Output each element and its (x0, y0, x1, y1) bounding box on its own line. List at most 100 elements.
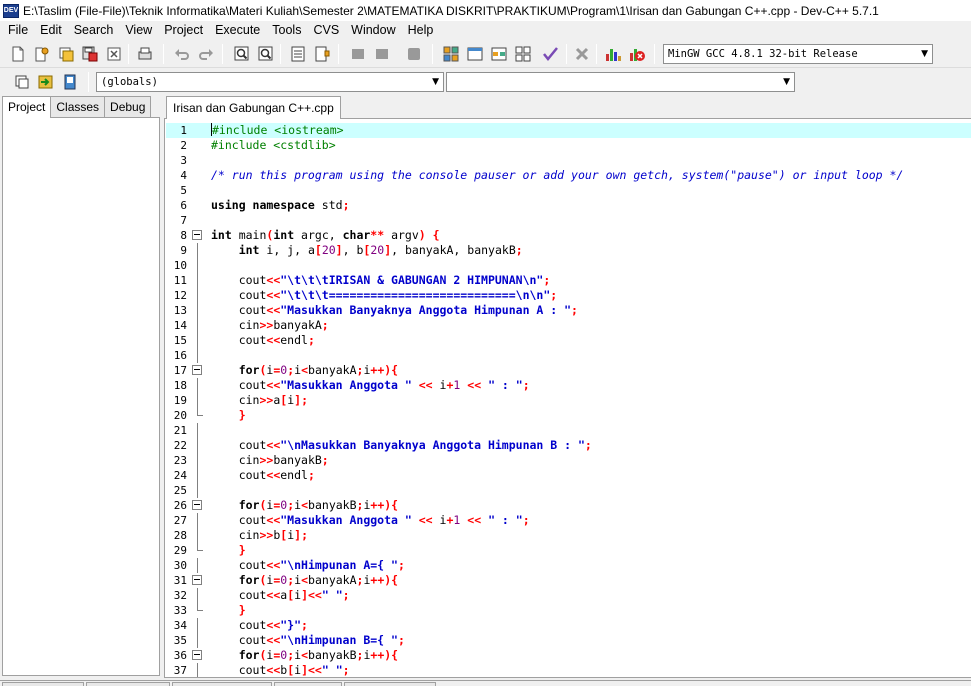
code-line[interactable]: 14 cin>>banyakA; (166, 318, 971, 333)
compile-run-icon[interactable] (489, 44, 509, 64)
profile-icon[interactable] (603, 44, 623, 64)
project-options-icon[interactable] (60, 72, 80, 92)
code-line[interactable]: 18 cout<<"Masukkan Anggota " << i+1 << "… (166, 378, 971, 393)
code-line[interactable]: 36 for(i=0;i<banyakB;i++){ (166, 648, 971, 663)
tab-compiler[interactable] (2, 682, 84, 686)
code-line[interactable]: 4 /* run this program using the console p… (166, 168, 971, 183)
code-line[interactable]: 13 cout<<"Masukkan Banyaknya Anggota Him… (166, 303, 971, 318)
save-all-icon[interactable] (80, 44, 100, 64)
menu-execute[interactable]: Execute (209, 21, 266, 40)
tab-classes[interactable]: Classes (50, 96, 106, 117)
indent-icon[interactable] (348, 44, 368, 64)
code-token: ; (307, 468, 315, 482)
code-editor[interactable]: 1 #include <iostream> 2 #include <cstdlib> 3… (164, 118, 971, 678)
code-line[interactable]: 10 (166, 258, 971, 273)
tab-compile-log[interactable] (172, 682, 272, 686)
new-file-icon[interactable] (8, 44, 28, 64)
run-icon[interactable] (465, 44, 485, 64)
code-line[interactable]: 9 int i, j, a[20], b[20], banyakA, banya… (166, 243, 971, 258)
code-line[interactable]: 27 cout<<"Masukkan Anggota " << i+1 << "… (166, 513, 971, 528)
code-line[interactable]: 20 } (166, 408, 971, 423)
code-token: "Masukkan Anggota " (280, 513, 412, 527)
add-to-project-icon[interactable] (36, 72, 56, 92)
menu-file[interactable]: File (2, 21, 34, 40)
fold-collapse-icon[interactable] (192, 500, 202, 510)
code-line[interactable]: 34 cout<<"}"; (166, 618, 971, 633)
code-line[interactable]: 3 (166, 153, 971, 168)
code-line[interactable]: 37 cout<<b[i]<<" "; (166, 663, 971, 677)
code-line[interactable]: 24 cout<<endl; (166, 468, 971, 483)
delete-profile-icon[interactable] (627, 44, 647, 64)
code-line[interactable]: 19 cin>>a[i]; (166, 393, 971, 408)
redo-icon[interactable] (196, 44, 216, 64)
code-text: cout<<"Masukkan Anggota " << i+1 << " : … (211, 513, 530, 528)
close-file-icon[interactable] (104, 44, 124, 64)
code-line[interactable]: 29 } (166, 543, 971, 558)
globals-select[interactable]: (globals) ▼ (96, 72, 444, 92)
menu-window[interactable]: Window (345, 21, 401, 40)
code-line[interactable]: 31 for(i=0;i<banyakA;i++){ (166, 573, 971, 588)
code-line[interactable]: 32 cout<<a[i]<<" "; (166, 588, 971, 603)
open-file-icon[interactable] (32, 44, 52, 64)
code-line[interactable]: 7 (166, 213, 971, 228)
menu-search[interactable]: Search (68, 21, 120, 40)
menu-tools[interactable]: Tools (266, 21, 307, 40)
fold-collapse-icon[interactable] (192, 650, 202, 660)
code-line[interactable]: 15 cout<<endl; (166, 333, 971, 348)
find-icon[interactable] (232, 44, 252, 64)
code-line[interactable]: 2 #include <cstdlib> (166, 138, 971, 153)
members-select[interactable]: ▼ (446, 72, 795, 92)
tab-find-results[interactable] (344, 682, 436, 686)
fold-collapse-icon[interactable] (192, 575, 202, 585)
code-line[interactable]: 22 cout<<"\nMasukkan Banyaknya Anggota H… (166, 438, 971, 453)
print-icon[interactable] (135, 44, 155, 64)
project-tree[interactable] (2, 117, 160, 676)
new-project-icon[interactable] (12, 72, 32, 92)
line-number: 28 (173, 529, 187, 542)
tab-file-irisan-gabungan[interactable]: Irisan dan Gabungan C++.cpp (166, 96, 341, 119)
code-line[interactable]: 35 cout<<"\nHimpunan B={ "; (166, 633, 971, 648)
tab-debug-output[interactable] (274, 682, 342, 686)
code-line[interactable]: 28 cin>>b[i]; (166, 528, 971, 543)
code-line[interactable]: 8 int main(int argc, char** argv) { (166, 228, 971, 243)
code-line[interactable]: 21 (166, 423, 971, 438)
code-line[interactable]: 23 cin>>banyakB; (166, 453, 971, 468)
code-line[interactable]: 6 using namespace std; (166, 198, 971, 213)
compiler-select[interactable]: MinGW GCC 4.8.1 32-bit Release ▼ (663, 44, 933, 64)
menu-project[interactable]: Project (158, 21, 209, 40)
compile-icon[interactable] (441, 44, 461, 64)
code-line[interactable]: 30 cout<<"\nHimpunan A={ "; (166, 558, 971, 573)
devcpp-app-icon[interactable]: DEV (3, 3, 19, 18)
fold-collapse-icon[interactable] (192, 365, 202, 375)
replace-icon[interactable] (256, 44, 276, 64)
menu-edit[interactable]: Edit (34, 21, 68, 40)
code-token: "\t\t\t===========================\n\n" (280, 288, 551, 302)
code-line[interactable]: 33 } (166, 603, 971, 618)
stop-execution-icon[interactable] (572, 44, 592, 64)
menu-help[interactable]: Help (402, 21, 440, 40)
code-line[interactable]: 25 (166, 483, 971, 498)
save-icon[interactable] (56, 44, 76, 64)
tab-debug[interactable]: Debug (104, 96, 152, 117)
code-line[interactable]: 12 cout<<"\t\t\t========================… (166, 288, 971, 303)
line-number: 30 (173, 559, 187, 572)
menu-view[interactable]: View (119, 21, 158, 40)
code-line[interactable]: 26 for(i=0;i<banyakB;i++){ (166, 498, 971, 513)
bookmark-icon[interactable] (312, 44, 332, 64)
rebuild-all-icon[interactable] (513, 44, 533, 64)
menu-cvs[interactable]: CVS (307, 21, 345, 40)
syntax-check-icon[interactable] (540, 44, 560, 64)
code-line[interactable]: 17 for(i=0;i<banyakA;i++){ (166, 363, 971, 378)
undo-icon[interactable] (172, 44, 192, 64)
code-line[interactable]: 1 #include <iostream> (166, 123, 971, 138)
tab-project[interactable]: Project (2, 96, 52, 118)
toggle-comment-icon[interactable] (404, 44, 424, 64)
code-line[interactable]: 11 cout<<"\t\t\tIRISAN & GABUNGAN 2 HIMP… (166, 273, 971, 288)
code-line[interactable]: 16 (166, 348, 971, 363)
fold-collapse-icon[interactable] (192, 230, 202, 240)
goto-line-icon[interactable] (288, 44, 308, 64)
unindent-icon[interactable] (372, 44, 392, 64)
code-line[interactable]: 5 (166, 183, 971, 198)
tab-resources[interactable] (86, 682, 170, 686)
